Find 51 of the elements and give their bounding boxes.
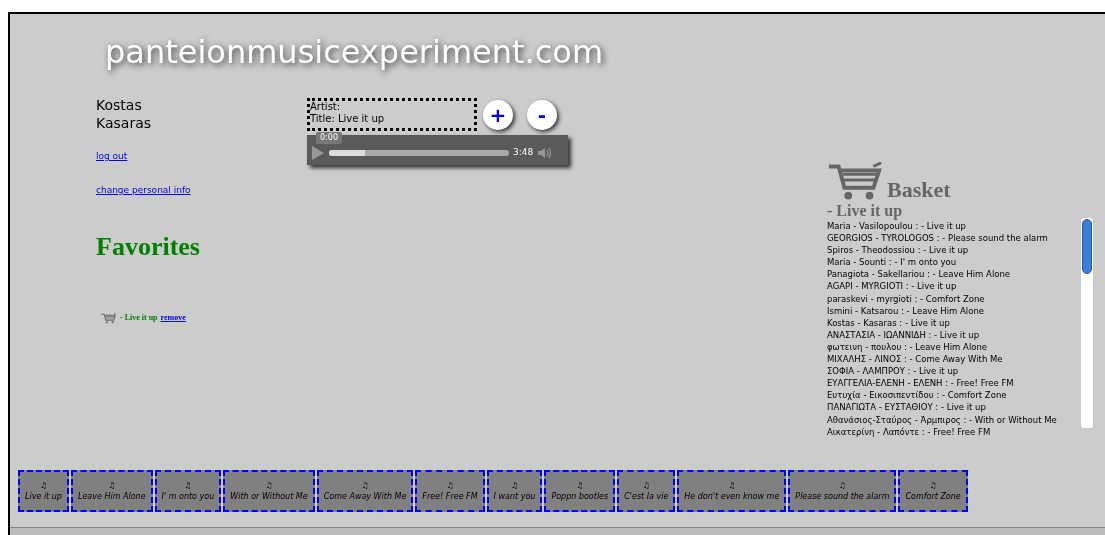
basket-entry: Ismini - Katsarou : - Leave Him Alone bbox=[827, 304, 986, 317]
basket-current: - Live it up bbox=[827, 202, 904, 220]
remove-link[interactable]: remove bbox=[160, 312, 186, 324]
basket-entry: ΣΟΦΙΑ - ΛΑΜΠΡΟΥ : - Live it up bbox=[827, 365, 960, 378]
basket-entry: paraskevi - myrgioti : - Comfort Zone bbox=[827, 292, 986, 305]
track-chip[interactable]: ♫ Free! Free FM bbox=[415, 470, 485, 512]
basket-entry: Ευτυχία - Εικοσιπεντίδου : - Comfort Zone bbox=[827, 389, 1008, 402]
track-chip[interactable]: ♫ I want you bbox=[486, 470, 543, 512]
track-chip[interactable]: ♫ Live it up bbox=[18, 470, 69, 512]
basket-entry: Maria - Sounti : - I' m onto you bbox=[827, 256, 958, 269]
basket-entry: φωτεινη - πουλου : - Leave Him Alone bbox=[827, 340, 989, 354]
play-icon[interactable] bbox=[311, 145, 325, 161]
time-tooltip: 0:00 bbox=[316, 132, 342, 144]
basket-entry: GEORGIOS - TYROLOGOS : - Please sound the alarm bbox=[827, 232, 1049, 245]
scrollbar[interactable] bbox=[1081, 218, 1093, 428]
track-chip[interactable]: ♫ I' m onto you bbox=[154, 470, 222, 512]
account-link[interactable]: change personal info bbox=[96, 183, 191, 197]
remove-button[interactable]: - bbox=[527, 99, 557, 130]
basket-entry: Αθανάσιος-Σταύρος - Άρμπιρος : - With or Without Me bbox=[827, 413, 1058, 426]
track-chip[interactable]: ♫ Poppn bootles bbox=[544, 470, 616, 512]
user-name: Kostas Kasaras bbox=[96, 96, 152, 132]
favorite-title: - Live it up bbox=[120, 312, 158, 324]
basket-entry: ΑΝΑΣΤΑΣΙΑ - ΙΩΑΝΝΙΔΗ : - Live it up bbox=[827, 328, 981, 341]
track-chip[interactable]: ♫ C'est la vie bbox=[617, 470, 676, 512]
progress-track[interactable] bbox=[329, 150, 509, 156]
basket-entry: ΠΑΝΑΓΙΩΤΑ - ΕΥΣΤΑΘΙΟΥ : - Live it up bbox=[827, 401, 987, 414]
title-label: Title: Live it up bbox=[310, 113, 386, 125]
basket-icon bbox=[827, 162, 885, 202]
track-chip[interactable]: ♫ Come Away With Me bbox=[316, 470, 414, 512]
basket-entry: Maria - Vasilopoulou : - Live it up bbox=[827, 220, 967, 233]
basket-entry: Kostas - Kasaras : - Live it up bbox=[827, 316, 951, 329]
basket-entry: AGAPI - MYRGIOTI : - Live it up bbox=[827, 280, 958, 293]
track-chip[interactable]: ♫ Comfort Zone bbox=[898, 470, 968, 512]
basket-entry: Panagiota - Sakellariou : - Leave Him Alone bbox=[827, 268, 1012, 281]
track-chip[interactable]: ♫ Leave Him Alone bbox=[70, 470, 153, 512]
track-chip[interactable]: ♫ Please sound the alarm bbox=[788, 470, 897, 512]
site-title: panteionmusicexperiment.com bbox=[105, 32, 604, 72]
basket-entry: ΜΙΧΑΛΗΣ - ΛΙΝΟΣ : - Come Away With Me bbox=[827, 353, 1004, 366]
account-link[interactable]: log out bbox=[96, 150, 128, 164]
favorites-heading: Favorites bbox=[96, 231, 200, 263]
cart-icon bbox=[101, 313, 117, 324]
basket-entry: ΕΥΑΓΓΕΛΙΑ-ΕΛΕΝΗ - ΕΛΕΝΗ : - Free! Free FM bbox=[827, 377, 1015, 390]
track-chip[interactable]: ♫ He don't even know me bbox=[677, 470, 787, 512]
duration: 3:48 bbox=[513, 146, 534, 160]
artist-label: Artist: bbox=[310, 101, 342, 113]
volume-icon[interactable] bbox=[537, 147, 554, 159]
basket-entry: Spiros - Theodossiou : - Live it up bbox=[827, 244, 970, 257]
track-chip[interactable]: ♫ With or Without Me bbox=[223, 470, 315, 512]
basket-entry: Αικατερίνη - Λαπόντε : - Free! Free FM bbox=[827, 425, 992, 438]
basket-heading: Basket bbox=[887, 178, 951, 202]
add-button[interactable]: + bbox=[483, 99, 513, 130]
